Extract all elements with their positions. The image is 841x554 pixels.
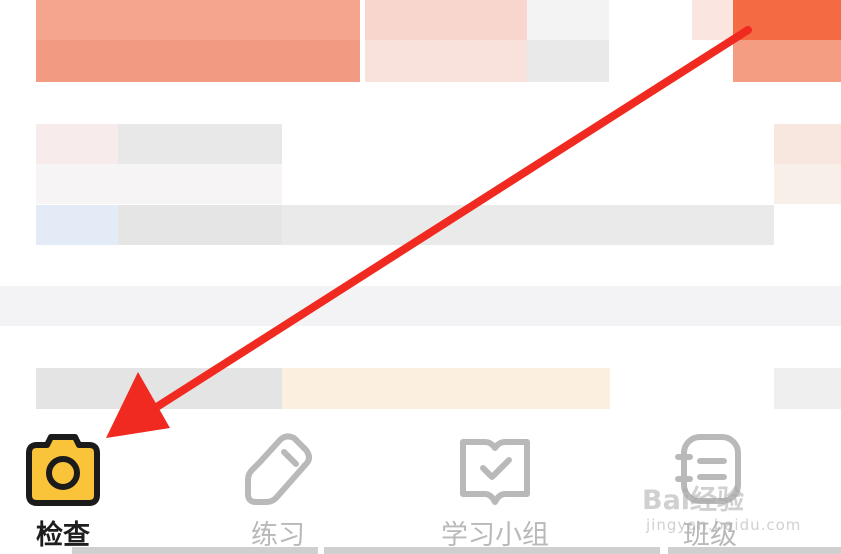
mosaic-row-3b bbox=[118, 205, 282, 245]
book-check-icon bbox=[452, 427, 538, 513]
mosaic-row-5b bbox=[282, 368, 610, 409]
pencil-eraser-icon bbox=[235, 427, 321, 513]
mosaic-banner-mid bbox=[365, 0, 527, 40]
mosaic-banner-right-2 bbox=[733, 40, 841, 82]
tab-study-group[interactable]: 学习小组 bbox=[430, 415, 560, 554]
mosaic-row-2a bbox=[36, 164, 282, 204]
bottom-strip-1 bbox=[72, 547, 318, 554]
mosaic-banner-left bbox=[36, 0, 360, 40]
class-notebook-icon bbox=[667, 427, 753, 513]
mosaic-row-3a bbox=[36, 205, 118, 245]
mosaic-row-1b bbox=[118, 124, 282, 164]
mosaic-row-5a bbox=[36, 368, 282, 409]
mosaic-banner-mid2-2 bbox=[527, 40, 609, 82]
camera-icon bbox=[20, 427, 106, 513]
mosaic-row-3c bbox=[282, 205, 774, 245]
tab-practice[interactable]: 练习 bbox=[228, 415, 328, 554]
mosaic-row-5c bbox=[774, 368, 841, 409]
mosaic-banner-mid2 bbox=[527, 0, 609, 40]
mosaic-row-4 bbox=[0, 286, 841, 326]
mosaic-banner-mid-2 bbox=[365, 40, 527, 82]
pixelated-content-area bbox=[0, 0, 841, 415]
mosaic-row-1c bbox=[774, 124, 841, 164]
bottom-tab-bar: 检查 练习 学习小组 班级 bbox=[0, 415, 841, 554]
bottom-strip-2 bbox=[324, 547, 660, 554]
mosaic-banner-left-2 bbox=[36, 40, 360, 82]
mosaic-row-1a bbox=[36, 124, 118, 164]
tab-check[interactable]: 检查 bbox=[18, 415, 108, 554]
mosaic-banner-right bbox=[733, 0, 841, 40]
mosaic-banner-right-faint bbox=[692, 0, 733, 40]
mosaic-row-2b bbox=[774, 164, 841, 204]
tab-class[interactable]: 班级 bbox=[660, 415, 760, 554]
bottom-strip-3 bbox=[668, 547, 841, 554]
